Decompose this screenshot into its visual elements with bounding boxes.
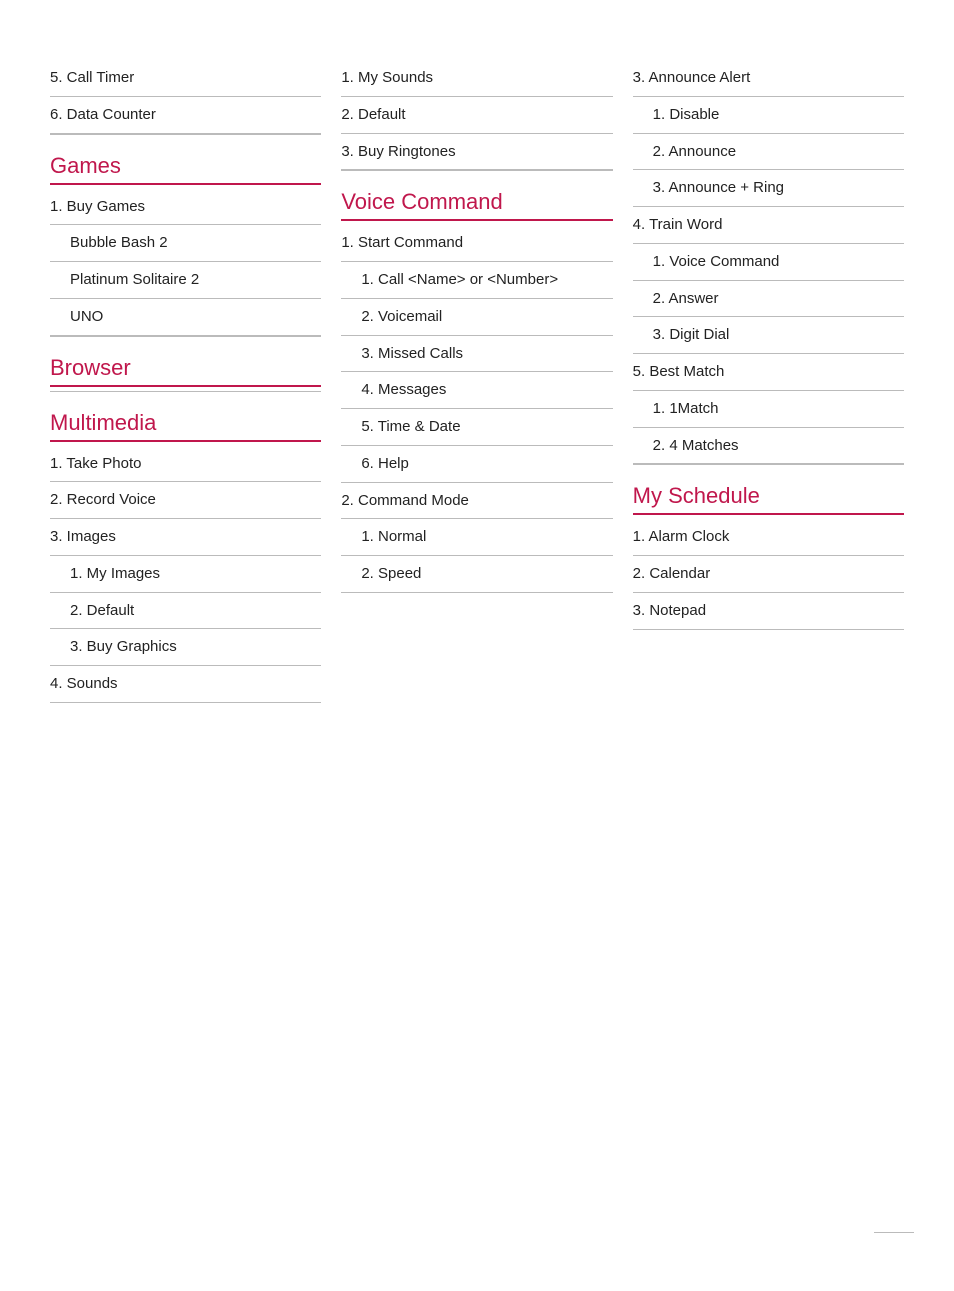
section-header-browser: Browser xyxy=(50,355,321,387)
list-item: UNO xyxy=(50,299,321,336)
list-item: Bubble Bash 2 xyxy=(50,225,321,262)
list-item: 2. Default xyxy=(50,593,321,630)
list-item: 3. Digit Dial xyxy=(633,317,904,354)
page-num-line xyxy=(874,1232,914,1233)
list-item: 2. 4 Matches xyxy=(633,428,904,465)
list-item: Platinum Solitaire 2 xyxy=(50,262,321,299)
section-header-voice-command: Voice Command xyxy=(341,189,612,221)
list-item: 3. Buy Graphics xyxy=(50,629,321,666)
column-3: 3. Announce Alert1. Disable2. Announce3.… xyxy=(623,60,914,703)
list-item: 1. Buy Games xyxy=(50,189,321,226)
list-item: 3. Notepad xyxy=(633,593,904,630)
list-item: 2. Default xyxy=(341,97,612,134)
list-item: 1. Alarm Clock xyxy=(633,519,904,556)
section-divider xyxy=(50,391,321,392)
list-item: 6. Help xyxy=(341,446,612,483)
page: 5. Call Timer6. Data Counter Games 1. Buy … xyxy=(0,0,954,763)
list-item: 1. Call <Name> or <Number> xyxy=(341,262,612,299)
list-item: 2. Command Mode xyxy=(341,483,612,520)
list-item: 3. Buy Ringtones xyxy=(341,134,612,171)
list-item: 1. 1Match xyxy=(633,391,904,428)
list-item: 1. Disable xyxy=(633,97,904,134)
list-item: 6. Data Counter xyxy=(50,97,321,134)
section-divider xyxy=(50,134,321,135)
list-item: 2. Voicemail xyxy=(341,299,612,336)
list-item: 2. Record Voice xyxy=(50,482,321,519)
list-item: 1. Normal xyxy=(341,519,612,556)
section-divider xyxy=(633,464,904,465)
section-divider xyxy=(50,336,321,337)
section-header-my-schedule: My Schedule xyxy=(633,483,904,515)
section-header-multimedia: Multimedia xyxy=(50,410,321,442)
list-item: 3. Missed Calls xyxy=(341,336,612,373)
list-item: 3. Announce Alert xyxy=(633,60,904,97)
list-item: 1. My Sounds xyxy=(341,60,612,97)
list-item: 2. Answer xyxy=(633,281,904,318)
list-item: 3. Announce + Ring xyxy=(633,170,904,207)
list-item: 4. Sounds xyxy=(50,666,321,703)
list-item: 2. Calendar xyxy=(633,556,904,593)
list-item: 1. Take Photo xyxy=(50,446,321,483)
list-item: 3. Images xyxy=(50,519,321,556)
list-item: 5. Best Match xyxy=(633,354,904,391)
section-divider xyxy=(341,170,612,171)
list-item: 5. Call Timer xyxy=(50,60,321,97)
list-item: 1. Start Command xyxy=(341,225,612,262)
column-2: 1. My Sounds2. Default3. Buy Ringtones Vo… xyxy=(331,60,622,703)
column-1: 5. Call Timer6. Data Counter Games 1. Buy … xyxy=(40,60,331,703)
list-item: 5. Time & Date xyxy=(341,409,612,446)
list-item: 1. My Images xyxy=(50,556,321,593)
list-item: 4. Messages xyxy=(341,372,612,409)
list-item: 1. Voice Command xyxy=(633,244,904,281)
section-header-games: Games xyxy=(50,153,321,185)
list-item: 2. Announce xyxy=(633,134,904,171)
list-item: 2. Speed xyxy=(341,556,612,593)
list-item: 4. Train Word xyxy=(633,207,904,244)
